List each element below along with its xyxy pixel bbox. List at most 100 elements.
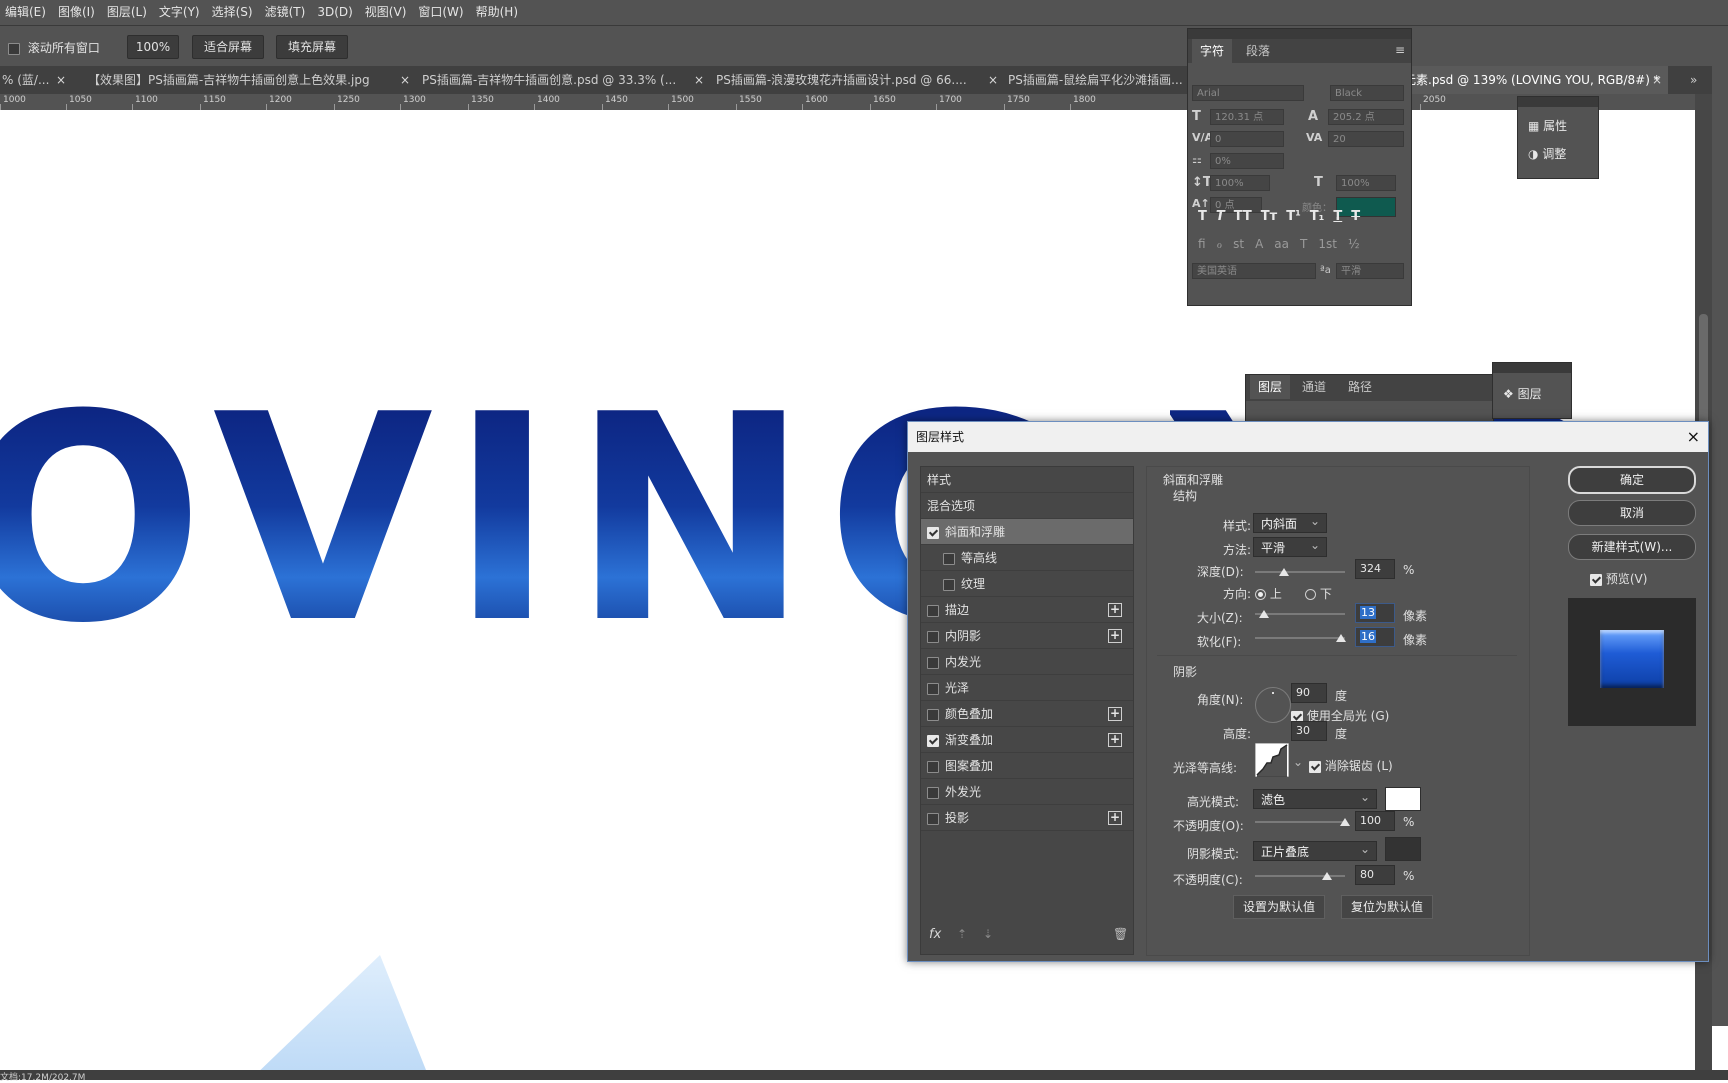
panel-menu-icon[interactable]: ≡: [1395, 43, 1405, 57]
tab-layers[interactable]: 图层: [1250, 375, 1291, 399]
antialias-checkbox[interactable]: 消除锯齿 (L): [1309, 757, 1393, 774]
depth-slider[interactable]: [1255, 568, 1345, 576]
underline-button[interactable]: T: [1333, 209, 1342, 231]
add-effect-icon[interactable]: +: [1108, 811, 1122, 825]
close-icon[interactable]: ×: [56, 66, 66, 94]
horizontal-scale-field[interactable]: 100%: [1336, 175, 1396, 191]
kerning-field[interactable]: 0: [1210, 131, 1284, 147]
slider-thumb[interactable]: [1322, 872, 1332, 880]
slider-thumb[interactable]: [1336, 634, 1346, 642]
checkbox-icon[interactable]: [927, 708, 939, 721]
strikethrough-button[interactable]: T: [1351, 209, 1360, 231]
chevron-down-icon[interactable]: ⌄: [1293, 755, 1303, 769]
bold-button[interactable]: T: [1198, 209, 1207, 231]
size-slider[interactable]: [1255, 610, 1345, 618]
discretionary-button[interactable]: st: [1233, 237, 1244, 257]
soften-slider[interactable]: [1255, 634, 1346, 642]
styles-header[interactable]: 样式: [921, 467, 1133, 493]
font-family-field[interactable]: Arial: [1192, 85, 1304, 101]
technique-select[interactable]: 平滑: [1253, 535, 1327, 557]
highlight-color-swatch[interactable]: [1385, 787, 1421, 811]
checkbox-icon[interactable]: [927, 760, 939, 773]
bevel-style-select[interactable]: 内斜面: [1253, 511, 1327, 533]
slider-thumb[interactable]: [1279, 568, 1289, 576]
proportional-spacing-field[interactable]: 0%: [1210, 153, 1284, 169]
slider-thumb[interactable]: [1340, 818, 1350, 826]
menu-item[interactable]: 3D(D): [312, 0, 359, 25]
make-default-button[interactable]: 设置为默认值: [1233, 895, 1325, 919]
italic-button[interactable]: T: [1216, 209, 1225, 231]
effect-item[interactable]: 等高线: [921, 545, 1133, 571]
effect-item[interactable]: 颜色叠加 +: [921, 701, 1133, 727]
depth-input[interactable]: 324: [1355, 559, 1395, 579]
add-effect-icon[interactable]: +: [1108, 629, 1122, 643]
fill-screen-button[interactable]: 填充屏幕: [276, 35, 348, 59]
angle-dial[interactable]: [1255, 687, 1291, 723]
menu-item[interactable]: 滤镜(T): [260, 0, 313, 25]
menu-item[interactable]: 图像(I): [53, 0, 102, 25]
shadow-mode-select[interactable]: 正片叠底: [1253, 839, 1377, 861]
fx-icon[interactable]: fx: [929, 927, 941, 942]
close-icon[interactable]: ×: [988, 66, 998, 94]
menu-item[interactable]: 视图(V): [360, 0, 414, 25]
menu-item[interactable]: 帮助(H): [471, 0, 525, 25]
doc-tab[interactable]: 【效果图】PS插画篇-吉祥物牛插画创意上色效果.jpg ×: [78, 66, 416, 94]
effect-item[interactable]: 内阴影 +: [921, 623, 1133, 649]
vertical-scale-field[interactable]: 100%: [1210, 175, 1270, 191]
reset-default-button[interactable]: 复位为默认值: [1341, 895, 1433, 919]
gloss-contour-icon[interactable]: [1255, 743, 1289, 777]
tabs-more-icon[interactable]: »: [1690, 66, 1710, 94]
doc-tab[interactable]: % (蓝/... ×: [0, 66, 72, 94]
menu-item[interactable]: 编辑(E): [0, 0, 53, 25]
doc-tab[interactable]: PS插画篇-吉祥物牛插画创意.psd @ 33.3% (... ×: [412, 66, 710, 94]
angle-input[interactable]: 90: [1291, 683, 1327, 703]
blend-options-item[interactable]: 混合选项: [921, 493, 1133, 519]
stylistic-button[interactable]: aa: [1274, 237, 1289, 257]
menu-item[interactable]: 窗口(W): [413, 0, 470, 25]
close-icon[interactable]: ×: [1652, 66, 1662, 94]
shadow-opacity-slider[interactable]: [1255, 872, 1345, 880]
effect-item[interactable]: 内发光: [921, 649, 1133, 675]
menu-item[interactable]: 选择(S): [207, 0, 260, 25]
smallcaps-button[interactable]: Tт: [1261, 209, 1277, 231]
close-icon[interactable]: ×: [694, 66, 704, 94]
tab-channels[interactable]: 通道: [1294, 375, 1334, 399]
tab-paragraph[interactable]: 段落: [1238, 39, 1278, 63]
font-size-field[interactable]: 120.31 点: [1210, 109, 1284, 125]
properties-item[interactable]: ▦ 属性: [1528, 117, 1567, 134]
checkbox-icon[interactable]: [943, 578, 955, 591]
highlight-opacity-input[interactable]: 100: [1355, 811, 1395, 831]
soften-input[interactable]: 16: [1355, 627, 1395, 647]
scroll-all-checkbox[interactable]: 滚动所有窗口: [8, 39, 100, 56]
tracking-field[interactable]: 20: [1328, 131, 1404, 147]
effect-item[interactable]: 渐变叠加 +: [921, 727, 1133, 753]
checkbox-icon[interactable]: [927, 630, 939, 643]
effect-item[interactable]: 外发光: [921, 779, 1133, 805]
checkbox-icon[interactable]: [927, 734, 939, 747]
tab-paths[interactable]: 路径: [1340, 375, 1380, 399]
scroll-thumb[interactable]: [1699, 314, 1708, 434]
language-field[interactable]: 美国英语: [1192, 263, 1316, 279]
preview-checkbox[interactable]: 预览(V): [1590, 570, 1647, 587]
ordinals-button[interactable]: 1st: [1318, 237, 1337, 257]
cancel-button[interactable]: 取消: [1568, 500, 1696, 526]
effect-item[interactable]: 描边 +: [921, 597, 1133, 623]
layers-mini-item[interactable]: ❖ 图层: [1503, 385, 1542, 402]
checkbox-icon[interactable]: [927, 656, 939, 669]
tab-character[interactable]: 字符: [1192, 39, 1233, 63]
move-down-icon[interactable]: ⇣: [983, 927, 993, 941]
doc-tab-active[interactable]: 元素.psd @ 139% (LOVING YOU, RGB/8#) * ×: [1400, 66, 1668, 94]
effect-item[interactable]: 斜面和浮雕: [921, 519, 1133, 545]
effect-item[interactable]: 纹理: [921, 571, 1133, 597]
add-effect-icon[interactable]: +: [1108, 707, 1122, 721]
trash-icon[interactable]: 🗑: [1113, 927, 1128, 941]
old-style-button[interactable]: ℴ: [1217, 237, 1223, 257]
swash-button[interactable]: A: [1255, 237, 1263, 257]
zoom-field[interactable]: 100%: [127, 35, 179, 59]
allcaps-button[interactable]: TT: [1234, 209, 1252, 231]
checkbox-icon[interactable]: [927, 604, 939, 617]
titling-button[interactable]: T: [1300, 237, 1307, 257]
ok-button[interactable]: 确定: [1568, 466, 1696, 494]
slider-thumb[interactable]: [1259, 610, 1269, 618]
direction-up-radio[interactable]: 上: [1255, 585, 1282, 602]
